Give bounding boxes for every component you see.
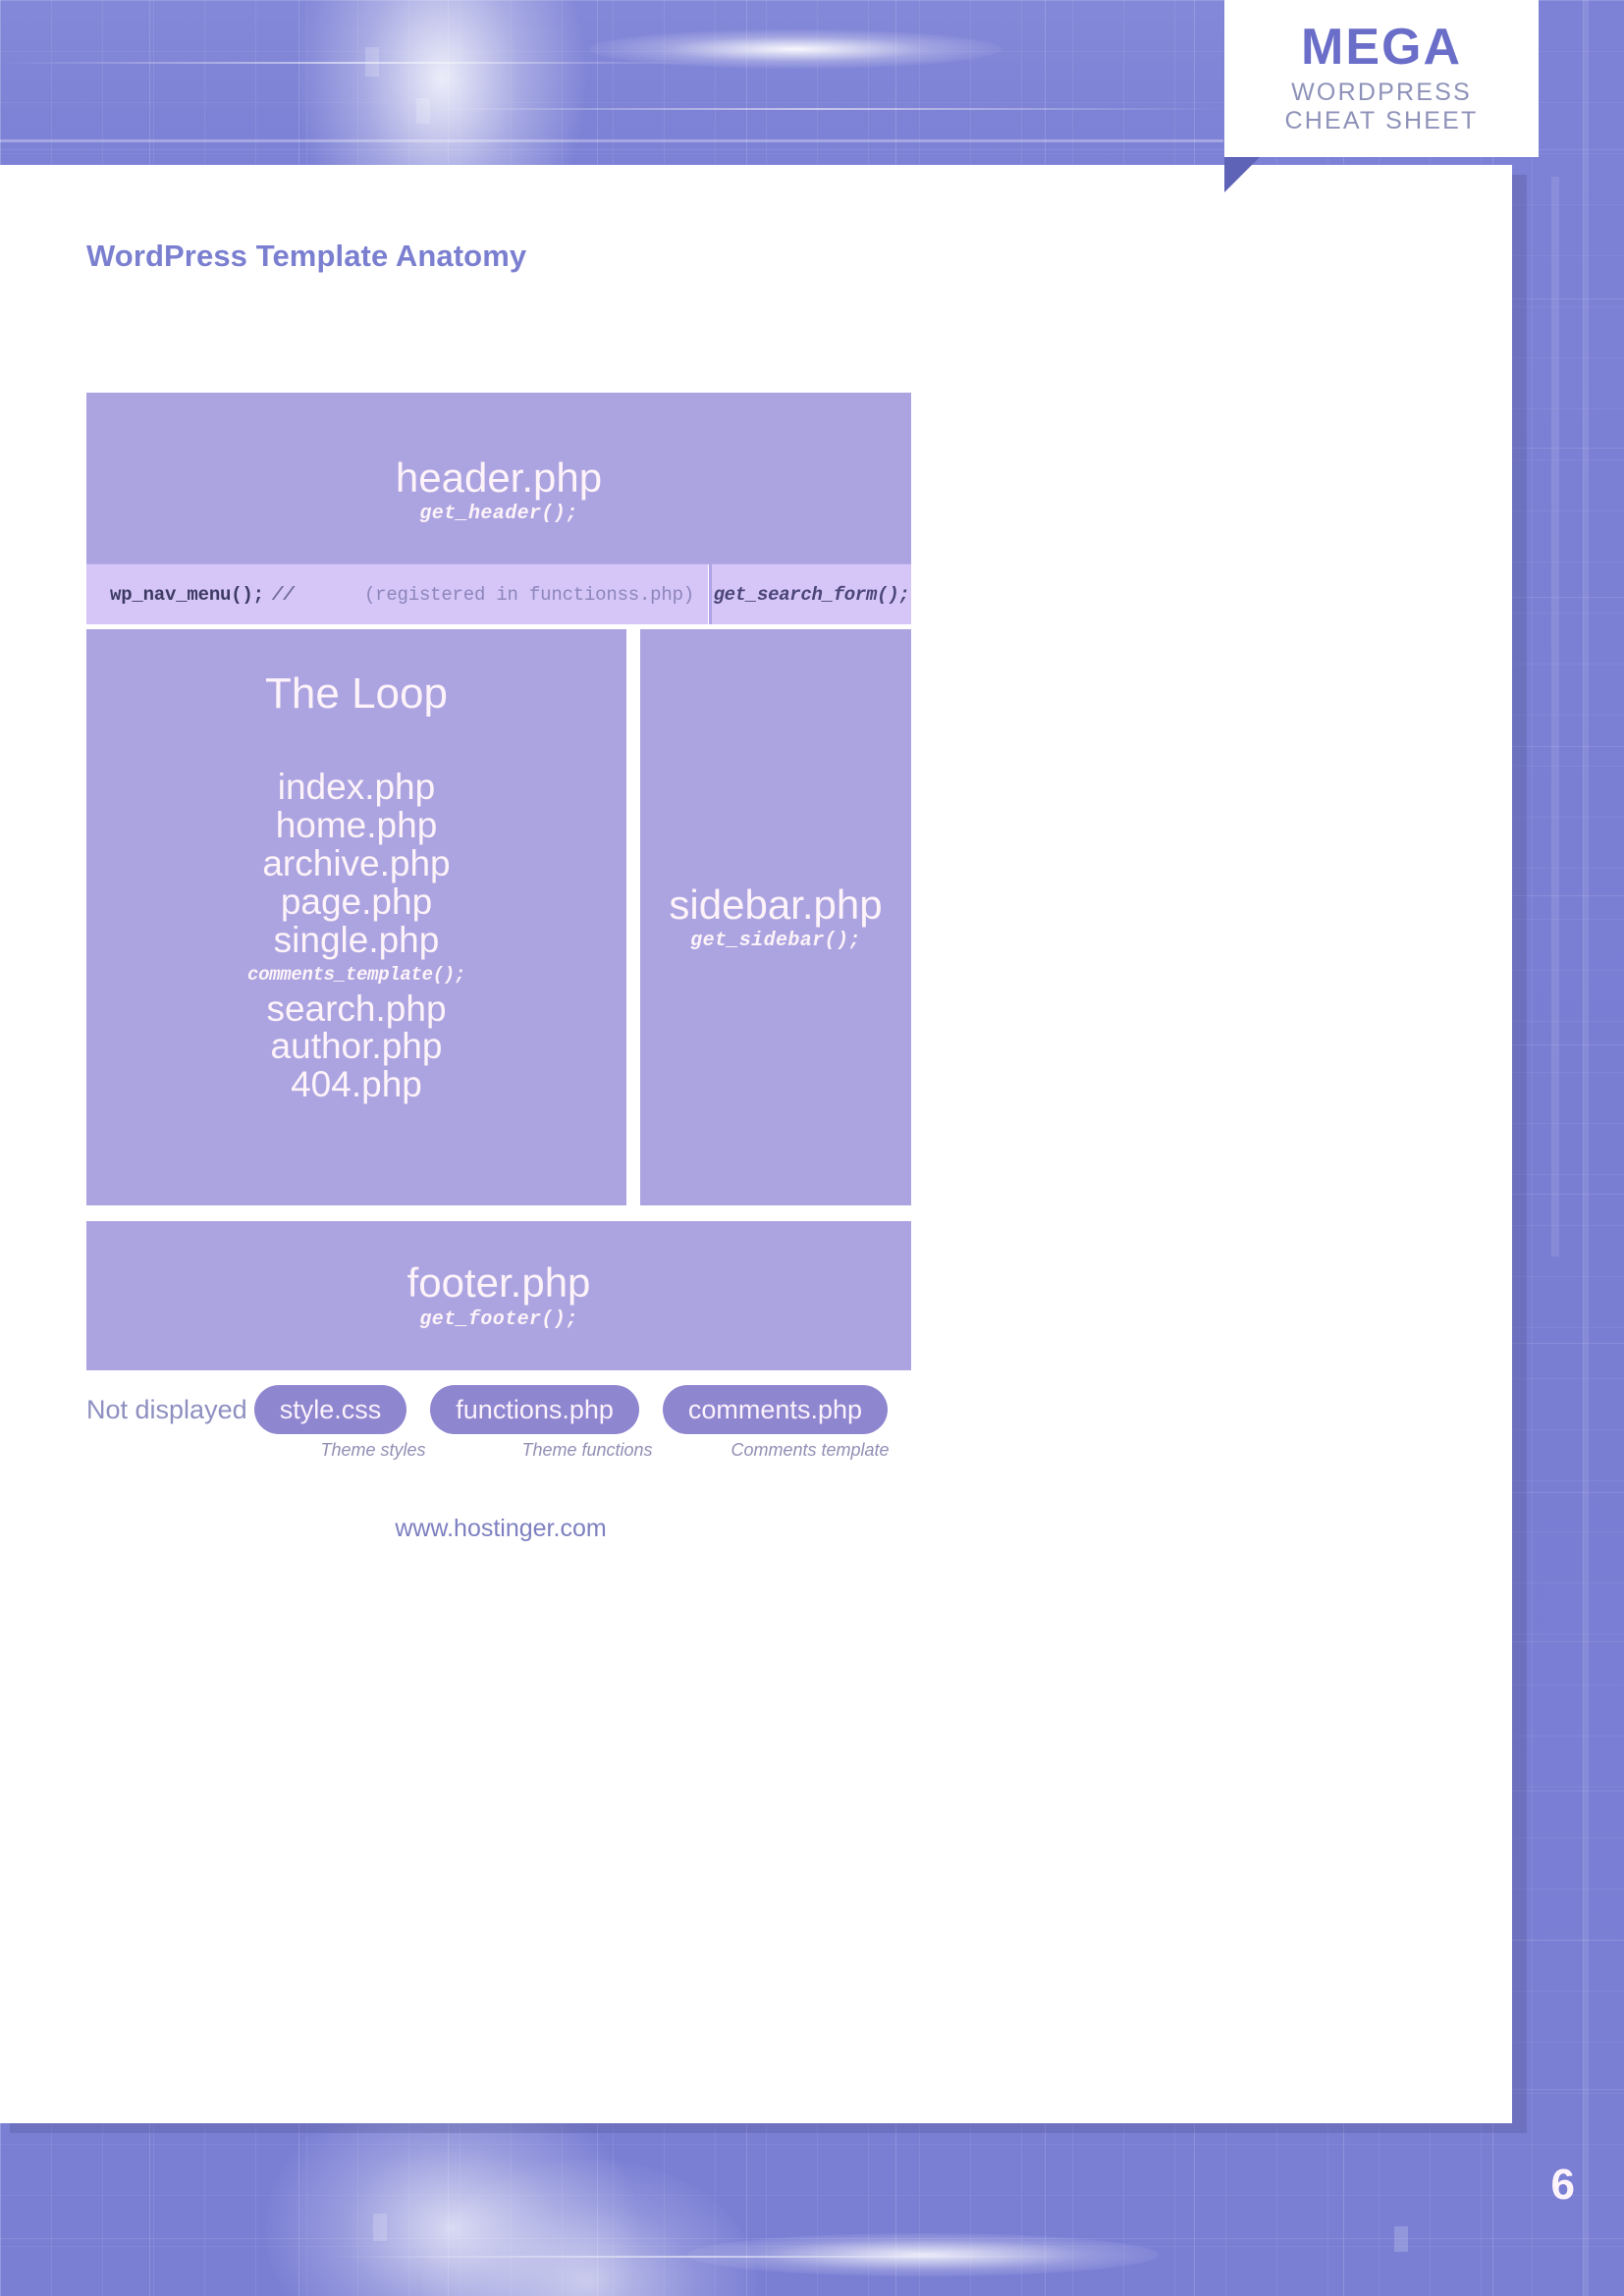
logo-corner-fold bbox=[1224, 157, 1260, 192]
decor-line-bottom bbox=[324, 2256, 1070, 2258]
top-banner-band bbox=[0, 0, 1223, 142]
loop-file-list: index.php home.php archive.php page.php … bbox=[247, 769, 465, 1104]
header-block-function: get_header(); bbox=[419, 503, 578, 526]
template-block-header: header.php get_header(); bbox=[86, 393, 911, 564]
not-displayed-label: Not displayed bbox=[86, 1394, 247, 1424]
search-form-function: get_search_form(); bbox=[713, 583, 910, 606]
loop-file-item: author.php bbox=[270, 1026, 443, 1067]
loop-file-item: 404.php bbox=[291, 1064, 422, 1105]
loop-file-item: search.php bbox=[266, 988, 447, 1029]
footer-block-function: get_footer(); bbox=[419, 1308, 578, 1331]
logo-cheatsheet-text: CHEAT SHEET bbox=[1284, 107, 1479, 134]
logo-mega-text: MEGA bbox=[1301, 18, 1462, 76]
logo-wordpress-text: WORDPRESS bbox=[1291, 78, 1472, 106]
decor-line-top-right bbox=[412, 108, 1227, 110]
decor-chip-d bbox=[373, 2214, 387, 2241]
caption-comments-template: Comments template bbox=[731, 1440, 890, 1460]
brand-logo: MEGA WORDPRESS CHEAT SHEET bbox=[1224, 0, 1539, 157]
pill-comments-php[interactable]: comments.php bbox=[662, 1385, 888, 1434]
caption-theme-styles: Theme styles bbox=[320, 1440, 426, 1460]
loop-block-title: The Loop bbox=[265, 669, 448, 718]
footer-block-title: footer.php bbox=[406, 1259, 591, 1307]
pill-style-css[interactable]: style.css bbox=[253, 1385, 407, 1434]
template-block-loop: The Loop index.php home.php archive.php … bbox=[86, 629, 626, 1205]
sidebar-block-function: get_sidebar(); bbox=[690, 930, 861, 953]
page-number: 6 bbox=[1550, 2161, 1575, 2209]
cheat-sheet-page: MEGA WORDPRESS CHEAT SHEET WordPress Tem… bbox=[0, 0, 1624, 2296]
nav-registration-note: (registered in functionss.php) bbox=[363, 583, 694, 606]
loop-file-item: page.php bbox=[280, 881, 433, 922]
not-displayed-captions: Theme styles Theme functions Comments te… bbox=[86, 1440, 911, 1469]
pill-functions-php[interactable]: functions.php bbox=[430, 1385, 639, 1434]
template-block-footer: footer.php get_footer(); bbox=[86, 1221, 911, 1370]
template-block-sidebar: sidebar.php get_sidebar(); bbox=[640, 629, 911, 1205]
loop-file-item: index.php bbox=[277, 767, 436, 808]
loop-file-item: archive.php bbox=[262, 843, 451, 884]
nav-function: wp_nav_menu(); bbox=[110, 583, 264, 606]
decor-chip-e bbox=[1394, 2226, 1408, 2252]
caption-theme-functions: Theme functions bbox=[521, 1440, 653, 1460]
top-banner-rule bbox=[0, 139, 1223, 142]
edge-accent-b bbox=[1583, 0, 1589, 2296]
site-url[interactable]: www.hostinger.com bbox=[0, 1515, 1001, 1543]
decor-chip-b bbox=[416, 98, 430, 124]
edge-accent-a bbox=[1551, 177, 1559, 1256]
sidebar-block-title: sidebar.php bbox=[669, 881, 883, 928]
decor-line-top-left bbox=[0, 62, 707, 64]
decor-chip-a bbox=[365, 47, 379, 77]
template-block-search-form: get_search_form(); bbox=[709, 563, 911, 624]
loop-comments-template-function: comments_template(); bbox=[246, 963, 466, 986]
not-displayed-row: Not displayed style.css functions.php co… bbox=[86, 1385, 911, 1434]
loop-file-item: single.php bbox=[273, 919, 440, 960]
page-title: WordPress Template Anatomy bbox=[86, 239, 527, 273]
template-block-nav: wp_nav_menu(); // (registered in functio… bbox=[86, 563, 708, 624]
header-block-title: header.php bbox=[395, 454, 603, 501]
content-card: WordPress Template Anatomy header.php ge… bbox=[0, 165, 1512, 2123]
nav-comment-slashes: // bbox=[271, 583, 295, 606]
loop-file-item: home.php bbox=[275, 805, 438, 846]
